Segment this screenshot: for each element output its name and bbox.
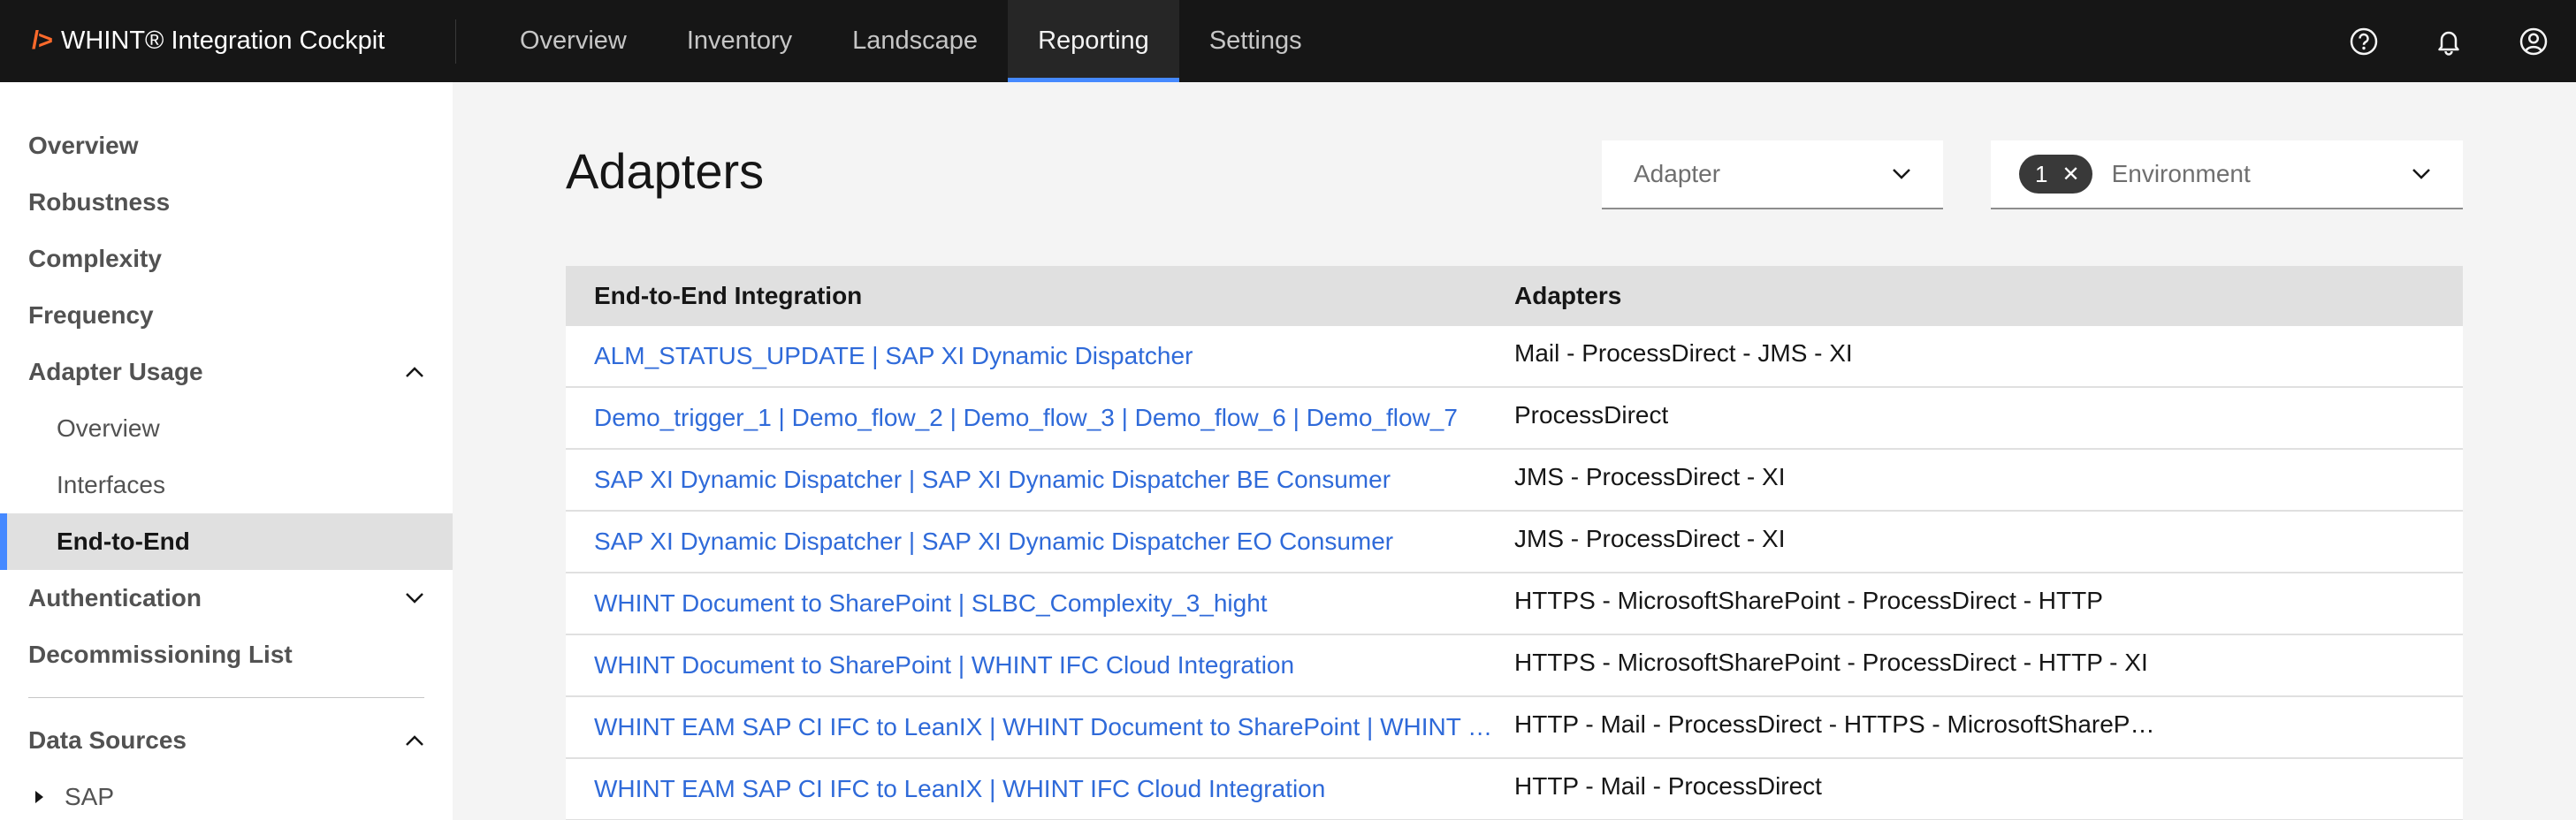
adapters-table: End-to-End Integration Adapters ALM_STAT… xyxy=(566,266,2463,820)
adapters-cell: HTTPS - MicrosoftSharePoint - ProcessDir… xyxy=(1514,649,2463,683)
chevron-down-icon xyxy=(1893,169,1910,179)
integration-link[interactable]: Demo_trigger_1 | Demo_flow_2 | Demo_flow… xyxy=(566,404,1514,432)
table-row: WHINT EAM SAP CI IFC to LeanIX | WHINT D… xyxy=(566,697,2463,759)
sidebar-item-data-sources[interactable]: Data Sources xyxy=(0,712,453,769)
adapters-cell: ProcessDirect xyxy=(1514,401,2463,436)
chevron-down-icon xyxy=(2412,169,2430,179)
sidebar-item-label: Decommissioning List xyxy=(28,641,293,668)
sidebar-item-authentication[interactable]: Authentication xyxy=(0,570,453,626)
main-nav: Overview Inventory Landscape Reporting S… xyxy=(490,0,1332,82)
page-title: Adapters xyxy=(566,143,765,199)
sidebar-item-adapter-usage[interactable]: Adapter Usage xyxy=(0,344,453,400)
sidebar-item-label: Interfaces xyxy=(57,471,165,498)
sidebar-item-label: Overview xyxy=(57,414,160,442)
adapters-value: HTTP - Mail - ProcessDirect xyxy=(1514,771,1822,800)
app-title: WHINT® Integration Cockpit xyxy=(61,27,385,55)
sidebar-item-label: Authentication xyxy=(28,584,202,611)
notification-icon[interactable] xyxy=(2406,0,2491,82)
adapters-cell: JMS - ProcessDirect - XI xyxy=(1514,463,2463,497)
main-content: Adapters Adapter 1 ✕ Environment End-to-… xyxy=(453,82,2576,820)
sidebar-item-label: Overview xyxy=(28,132,139,159)
table-row: WHINT Document to SharePoint | SLBC_Comp… xyxy=(566,573,2463,635)
integration-link[interactable]: WHINT Document to SharePoint | SLBC_Comp… xyxy=(566,589,1514,618)
sidebar-item-frequency[interactable]: Frequency xyxy=(0,287,453,344)
adapters-value: Mail - ProcessDirect - JMS - XI xyxy=(1514,338,1853,367)
table-row: WHINT EAM SAP CI IFC to LeanIX | WHINT I… xyxy=(566,759,2463,820)
table-row: WHINT Document to SharePoint | WHINT IFC… xyxy=(566,635,2463,697)
chevron-down-icon xyxy=(406,593,423,604)
table-row: Demo_trigger_1 | Demo_flow_2 | Demo_flow… xyxy=(566,388,2463,450)
adapters-cell: HTTP - Mail - ProcessDirect xyxy=(1514,772,2463,807)
sidebar-item-label: End-to-End xyxy=(57,528,190,555)
top-header: /> WHINT® Integration Cockpit Overview I… xyxy=(0,0,2576,82)
sidebar-item-robustness[interactable]: Robustness xyxy=(0,174,453,231)
side-nav: Overview Robustness Complexity Frequency… xyxy=(0,82,453,820)
adapters-value: ProcessDirect xyxy=(1514,400,1669,429)
chevron-up-icon xyxy=(406,735,423,746)
adapters-value: JMS - ProcessDirect - XI xyxy=(1514,462,1786,490)
nav-settings[interactable]: Settings xyxy=(1179,0,1332,82)
adapters-cell: HTTPS - MicrosoftSharePoint - ProcessDir… xyxy=(1514,587,2463,621)
table-row: SAP XI Dynamic Dispatcher | SAP XI Dynam… xyxy=(566,512,2463,573)
user-profile-icon[interactable] xyxy=(2491,0,2576,82)
sidebar-item-label: Complexity xyxy=(28,245,162,272)
clear-selection-icon[interactable]: ✕ xyxy=(2062,162,2079,187)
sidebar-item-label: Adapter Usage xyxy=(28,358,203,385)
sidebar-divider xyxy=(28,697,424,698)
sidebar-item-label: Data Sources xyxy=(28,726,187,754)
adapters-cell: JMS - ProcessDirect - XI xyxy=(1514,525,2463,559)
adapters-value: HTTP - Mail - ProcessDirect - HTTPS - Mi… xyxy=(1514,710,2160,738)
sidebar-item-end-to-end[interactable]: End-to-End xyxy=(0,513,453,570)
sidebar-item-label: Robustness xyxy=(28,188,171,216)
integration-link[interactable]: WHINT Document to SharePoint | WHINT IFC… xyxy=(566,651,1514,680)
brand[interactable]: /> WHINT® Integration Cockpit xyxy=(0,19,456,64)
integration-link[interactable]: ALM_STATUS_UPDATE | SAP XI Dynamic Dispa… xyxy=(566,342,1514,370)
nav-inventory[interactable]: Inventory xyxy=(657,0,822,82)
sidebar-item-label: Frequency xyxy=(28,301,154,329)
sidebar-item-overview[interactable]: Overview xyxy=(0,118,453,174)
chevron-up-icon xyxy=(406,367,423,377)
sidebar-item-interfaces[interactable]: Interfaces xyxy=(0,457,453,513)
sidebar-tree-item-sap[interactable]: SAP xyxy=(0,769,453,820)
header-actions xyxy=(2321,0,2576,82)
integration-link[interactable]: SAP XI Dynamic Dispatcher | SAP XI Dynam… xyxy=(566,466,1514,494)
adapters-value: HTTPS - MicrosoftSharePoint - ProcessDir… xyxy=(1514,648,2148,676)
adapters-value: JMS - ProcessDirect - XI xyxy=(1514,524,1786,552)
integration-link[interactable]: WHINT EAM SAP CI IFC to LeanIX | WHINT D… xyxy=(566,713,1514,741)
integration-link[interactable]: SAP XI Dynamic Dispatcher | SAP XI Dynam… xyxy=(566,528,1514,556)
table-header: End-to-End Integration Adapters xyxy=(566,266,2463,326)
nav-overview[interactable]: Overview xyxy=(490,0,657,82)
nav-landscape[interactable]: Landscape xyxy=(822,0,1008,82)
adapter-dropdown[interactable]: Adapter xyxy=(1602,140,1943,209)
table-row: SAP XI Dynamic Dispatcher | SAP XI Dynam… xyxy=(566,450,2463,512)
sidebar-item-complexity[interactable]: Complexity xyxy=(0,231,453,287)
sidebar-item-adapter-overview[interactable]: Overview xyxy=(0,400,453,457)
integration-link[interactable]: WHINT EAM SAP CI IFC to LeanIX | WHINT I… xyxy=(566,775,1514,803)
adapters-cell: HTTP - Mail - ProcessDirect - HTTPS - Mi… xyxy=(1514,710,2463,745)
column-header-adapters[interactable]: Adapters xyxy=(1514,282,2463,310)
help-icon[interactable] xyxy=(2321,0,2406,82)
selection-count-tag[interactable]: 1 ✕ xyxy=(2019,155,2092,194)
table-row: ALM_STATUS_UPDATE | SAP XI Dynamic Dispa… xyxy=(566,326,2463,388)
selection-count: 1 xyxy=(2035,160,2048,187)
brand-logo-icon: /> xyxy=(32,27,53,55)
caret-right-icon[interactable] xyxy=(35,791,43,803)
environment-dropdown-label: Environment xyxy=(2111,160,2251,187)
adapters-cell: Mail - ProcessDirect - JMS - XI xyxy=(1514,339,2463,374)
adapter-dropdown-label: Adapter xyxy=(1634,160,1721,187)
column-header-integration[interactable]: End-to-End Integration xyxy=(566,282,1514,310)
sidebar-item-label: SAP xyxy=(65,783,115,810)
adapters-value: HTTPS - MicrosoftSharePoint - ProcessDir… xyxy=(1514,586,2103,614)
sidebar-item-decommissioning-list[interactable]: Decommissioning List xyxy=(0,626,453,683)
environment-multiselect[interactable]: 1 ✕ Environment xyxy=(1991,140,2463,209)
nav-reporting[interactable]: Reporting xyxy=(1008,0,1179,82)
